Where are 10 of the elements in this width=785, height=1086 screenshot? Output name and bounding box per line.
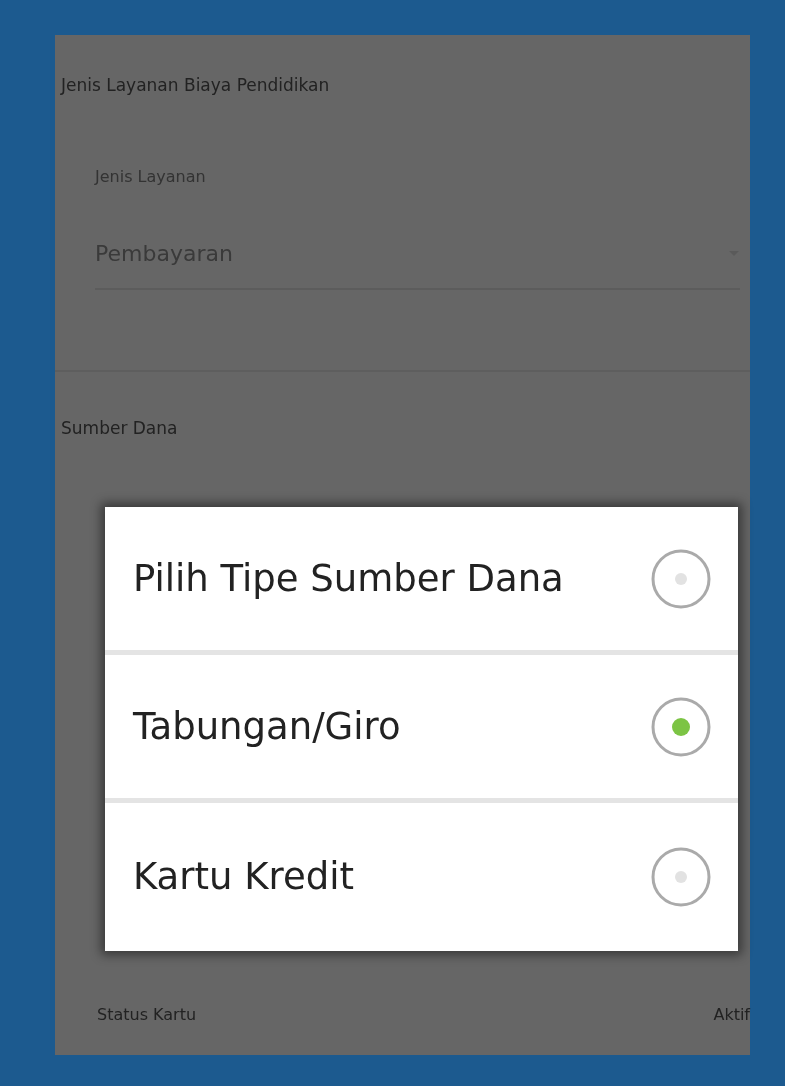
radio-button[interactable] (650, 547, 712, 610)
section-title: Jenis Layanan Biaya Pendidikan (61, 75, 330, 95)
option-item[interactable]: Pilih Tipe Sumber Dana (105, 507, 738, 655)
radio-button[interactable] (650, 695, 712, 758)
option-item[interactable]: Tabungan/Giro (105, 655, 738, 803)
status-value: Aktif (713, 1004, 750, 1026)
status-label: Status Kartu (97, 1004, 197, 1026)
radio-button[interactable] (650, 846, 712, 908)
section-title: Sumber Dana (61, 418, 178, 438)
option-item[interactable]: Kartu Kredit (105, 803, 738, 951)
